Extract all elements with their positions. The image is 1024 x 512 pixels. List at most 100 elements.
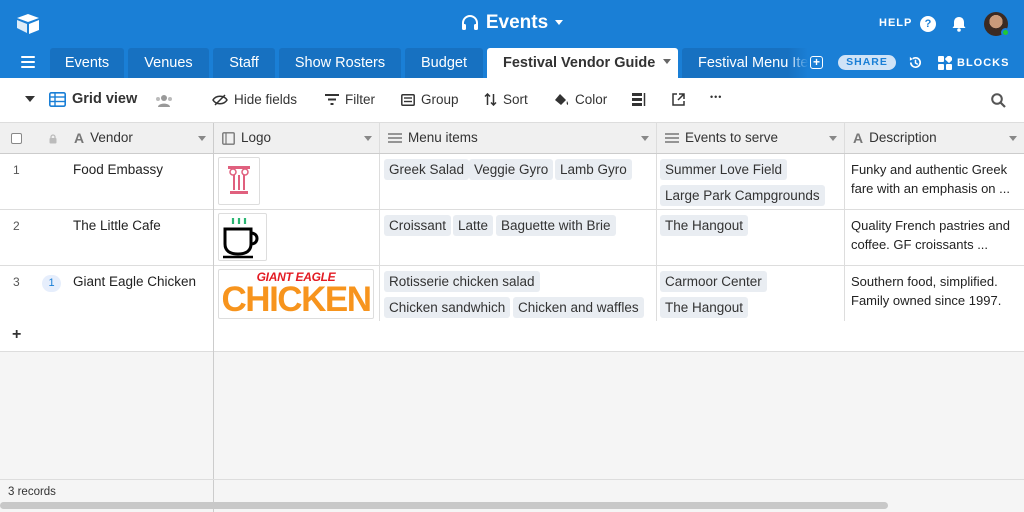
paint-bucket-icon [555,93,569,105]
sort-button[interactable]: Sort [484,92,528,107]
tab-venues[interactable]: Venues [128,48,209,78]
linked-record-pill[interactable]: The Hangout [660,297,749,318]
linked-record-pill[interactable]: The Hangout [660,215,749,236]
frozen-column-divider [0,123,214,479]
coffee-cup-icon [223,218,259,259]
linked-record-pill[interactable]: Greek Salad [384,159,470,180]
app-header: Events HELP ? [0,0,1024,48]
tab-overflow-fade [788,48,808,78]
linked-record-pill[interactable]: Baguette with Brie [496,215,616,236]
description-text: Quality French pastries and coffee. GF c… [851,218,1010,252]
filter-button[interactable]: Filter [325,92,375,107]
events-cell[interactable]: Carmoor Center The Hangout [657,266,845,321]
column-header-events-to-serve[interactable]: Events to serve [657,123,845,153]
logo-text-chicken: CHICKEN [221,280,372,319]
collaborative-view-icon[interactable] [155,94,173,107]
more-options-icon[interactable]: ••• [710,92,722,102]
logo-cell[interactable]: GIANT EAGLE CHICKEN [214,266,380,321]
add-table-plus-icon[interactable]: + [810,56,823,69]
sort-icon [484,93,497,106]
view-name: Grid view [72,91,138,107]
tab-festival-vendor-guide[interactable]: Festival Vendor Guide [487,48,678,78]
tab-budget[interactable]: Budget [405,48,483,78]
grid-view: A Vendor Logo Menu items Events to serve [0,123,1024,479]
group-icon [401,93,415,106]
online-status-dot [1001,28,1010,37]
eye-slash-icon [212,93,228,106]
row-height-icon[interactable] [632,93,646,106]
filter-icon [325,94,339,105]
blocks-button[interactable]: BLOCKS [938,56,1009,70]
description-cell[interactable]: Quality French pastries and coffee. GF c… [845,210,1024,265]
linked-record-pill[interactable]: Summer Love Field [660,159,788,180]
view-switcher-button[interactable]: Grid view [49,91,137,107]
chevron-down-icon[interactable] [641,136,649,141]
hide-fields-label: Hide fields [234,92,298,107]
giant-eagle-chicken-logo[interactable]: GIANT EAGLE CHICKEN [218,269,374,319]
linked-record-pill[interactable]: Large Park Campgrounds [660,185,825,206]
record-count: 3 records [8,486,56,498]
grid-view-icon [49,91,66,107]
link-type-icon [388,133,402,143]
linked-record-pill[interactable]: Croissant [384,215,452,236]
column-header-menu-items[interactable]: Menu items [380,123,657,153]
description-cell[interactable]: Southern food, simplified. Family owned … [845,266,1024,321]
group-button[interactable]: Group [401,92,459,107]
notification-bell-icon[interactable] [950,15,968,33]
share-button[interactable]: SHARE [838,55,896,70]
summary-bar: 3 records [0,479,1024,512]
link-type-icon [665,133,679,143]
events-cell[interactable]: The Hangout [657,210,845,265]
events-cell[interactable]: Summer Love Field Large Park Campgrounds [657,154,845,209]
tab-show-rosters[interactable]: Show Rosters [279,48,401,78]
linked-record-pill[interactable]: Latte [453,215,494,236]
description-cell[interactable]: Funky and authentic Greek fare with an e… [845,154,1024,209]
blocks-icon [938,56,952,70]
linked-record-pill[interactable]: Chicken sandwhich [384,297,511,318]
linked-record-pill[interactable]: Rotisserie chicken salad [384,271,540,292]
menu-items-cell[interactable]: Croissant Latte Baguette with Brie [380,210,657,265]
hamburger-menu-icon[interactable] [21,56,35,68]
group-label: Group [421,92,459,107]
column-name-events-to-serve: Events to serve [685,130,779,145]
hide-fields-button[interactable]: Hide fields [212,92,297,107]
chevron-down-icon[interactable] [364,136,372,141]
description-text: Southern food, simplified. Family owned … [851,274,1002,308]
coffee-cup-logo[interactable] [218,213,267,261]
share-view-icon[interactable] [672,93,685,106]
column-header-description[interactable]: A Description [845,123,1024,153]
description-text: Funky and authentic Greek fare with an e… [851,162,1010,196]
help-link[interactable]: HELP [879,17,912,29]
linked-record-pill[interactable]: Carmoor Center [660,271,767,292]
linked-record-pill[interactable]: Chicken and waffles [513,297,644,318]
column-header-logo[interactable]: Logo [214,123,380,153]
color-label: Color [575,92,608,107]
logo-cell[interactable] [214,154,380,209]
sort-label: Sort [503,92,528,107]
menu-items-cell[interactable]: Rotisserie chicken salad Chicken sandwhi… [380,266,657,321]
chevron-down-icon[interactable] [1009,136,1017,141]
linked-record-pill[interactable]: Lamb Gyro [555,159,632,180]
view-switcher-caret-icon[interactable] [25,96,35,102]
attachment-type-icon [222,131,235,145]
logo-cell[interactable] [214,210,380,265]
food-embassy-logo[interactable] [218,157,260,205]
headphones-icon [461,15,478,30]
history-icon[interactable] [908,55,923,70]
column-name-menu-items: Menu items [408,130,478,145]
menu-items-cell[interactable]: Greek Salad Veggie Gyro Lamb Gyro [380,154,657,209]
tab-events[interactable]: Events [50,48,124,78]
tab-options-caret-icon[interactable] [663,59,671,64]
search-icon[interactable] [991,93,1006,108]
tab-staff[interactable]: Staff [213,48,275,78]
base-title[interactable]: Events [0,12,1024,37]
linked-record-pill[interactable]: Veggie Gyro [469,159,554,180]
text-type-icon: A [853,130,864,146]
help-icon[interactable]: ? [920,16,936,32]
base-title-text: Events [485,12,549,33]
blocks-label: BLOCKS [957,57,1010,69]
color-button[interactable]: Color [554,92,607,107]
horizontal-scrollbar[interactable] [0,502,888,509]
chevron-down-icon [555,20,564,25]
chevron-down-icon[interactable] [829,136,837,141]
